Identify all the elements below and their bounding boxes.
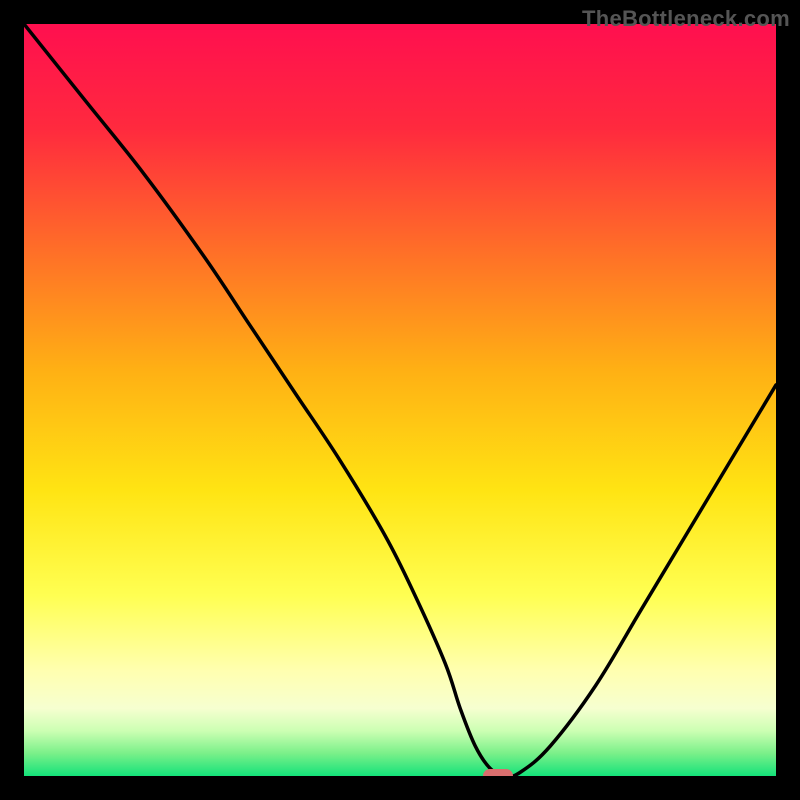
curve-path bbox=[24, 24, 776, 776]
optimal-marker bbox=[483, 769, 513, 776]
bottleneck-curve bbox=[24, 24, 776, 776]
chart-frame: TheBottleneck.com bbox=[0, 0, 800, 800]
plot-area bbox=[24, 24, 776, 776]
plot-outer bbox=[24, 24, 776, 776]
watermark-text: TheBottleneck.com bbox=[582, 6, 790, 32]
